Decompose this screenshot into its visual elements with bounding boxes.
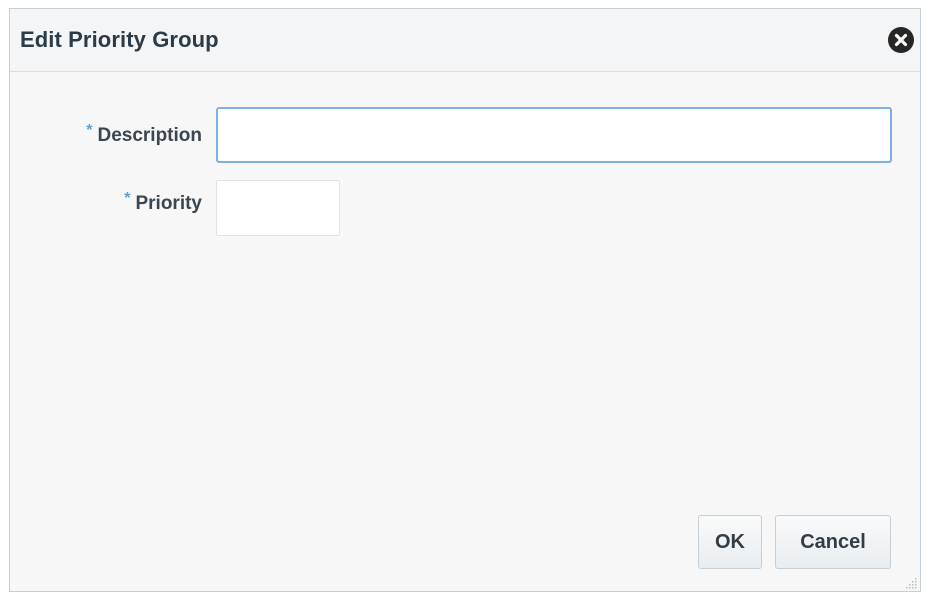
priority-input[interactable] bbox=[216, 180, 340, 236]
close-icon[interactable] bbox=[888, 27, 914, 53]
description-input[interactable] bbox=[216, 107, 892, 163]
priority-label: * Priority bbox=[124, 190, 202, 215]
edit-priority-group-dialog: Edit Priority Group * Description * Priori… bbox=[9, 8, 921, 592]
ok-button[interactable]: OK bbox=[698, 515, 762, 569]
resize-grip-icon[interactable] bbox=[904, 575, 918, 589]
dialog-header: Edit Priority Group bbox=[10, 9, 920, 72]
priority-label-text: Priority bbox=[135, 193, 202, 214]
description-label-text: Description bbox=[97, 125, 202, 146]
description-label-container: * Description bbox=[10, 122, 202, 155]
description-label: * Description bbox=[86, 122, 202, 147]
priority-label-container: * Priority bbox=[10, 190, 202, 223]
dialog-title: Edit Priority Group bbox=[20, 27, 219, 52]
required-indicator: * bbox=[86, 122, 93, 139]
required-indicator: * bbox=[124, 190, 131, 207]
cancel-button[interactable]: Cancel bbox=[775, 515, 891, 569]
